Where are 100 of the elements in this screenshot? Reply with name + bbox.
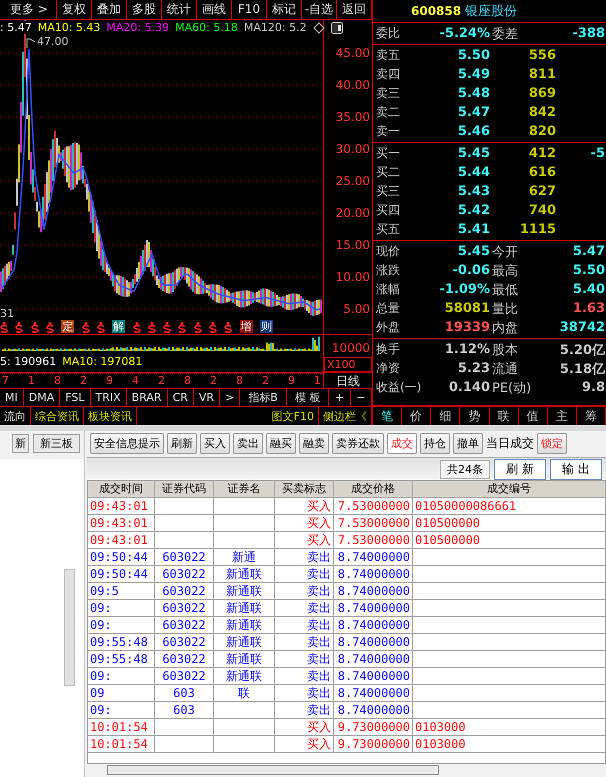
date-axis-label: 8 [54, 374, 61, 388]
quote-label: 收益(一) [375, 379, 422, 396]
dividend-icon[interactable] [209, 322, 218, 333]
dividend-icon[interactable] [132, 322, 140, 333]
dividend-icon[interactable] [30, 322, 39, 333]
dividend-icon[interactable] [0, 322, 8, 333]
market-tab[interactable]: 新 [12, 434, 29, 453]
table-cell: 卖出 [275, 566, 334, 582]
order-level-label: 买三 [375, 183, 401, 200]
ma-legend-label: MA120: 5.2 [244, 21, 307, 34]
quote-value: 5.50 [572, 263, 606, 278]
toolbar-button[interactable]: 融买 [266, 433, 296, 454]
dividend-icon[interactable] [82, 322, 90, 333]
table-cell: 09:50:44 [88, 566, 155, 582]
toolbar-button[interactable]: 安全信息提示 [90, 433, 164, 454]
quote-label: 流通 [491, 360, 519, 378]
quote-label: 最低 [491, 282, 519, 298]
date-axis-label: 1 [28, 374, 35, 388]
quote-value: 5.23 [456, 361, 490, 376]
table-cell: 09:55:48 [88, 634, 155, 650]
table-cell: 卖出 [275, 583, 334, 599]
dividend-icon[interactable] [163, 322, 172, 333]
dividend-icon[interactable] [46, 322, 54, 333]
quote-value: 58081 [444, 301, 490, 316]
panel-toggle-icon[interactable] [330, 22, 343, 34]
order-volume: 556 [528, 48, 556, 63]
order-level-label: 买一 [375, 145, 401, 162]
event-tag[interactable]: 增 [240, 320, 253, 333]
price-axis-label: 5.00 [343, 302, 370, 316]
order-level-label: 买五 [375, 221, 401, 238]
diamond-icon[interactable] [312, 22, 325, 34]
refresh-button[interactable]: 刷 新 [494, 458, 546, 480]
record-count: 共24条 [440, 460, 490, 478]
dividend-icon[interactable] [194, 322, 202, 333]
order-price: 5.41 [456, 222, 490, 237]
order-volume: 869 [528, 86, 556, 101]
quote-label: 委差 [491, 26, 519, 42]
quote-value: -0.06 [452, 263, 490, 278]
toolbar-button[interactable]: 买入 [200, 433, 230, 454]
table-cell: 603022 [155, 668, 214, 684]
date-axis-label: 8 [184, 374, 191, 388]
quote-value: 5.47 [572, 244, 606, 259]
toolbar-button[interactable]: 卖出 [233, 433, 263, 454]
dividend-icon[interactable] [224, 322, 232, 333]
view-title: 当日成交 [486, 435, 534, 452]
table-cell: 卖出 [275, 702, 334, 718]
volume-legend-label: 5: 190961 [0, 354, 56, 368]
table-cell: 8.74000000 [334, 549, 413, 565]
column-header[interactable]: 成交价格 [334, 481, 413, 497]
dividend-icon[interactable] [148, 322, 156, 333]
date-label: 31 [0, 308, 14, 320]
order-level-label: 卖二 [375, 104, 401, 121]
event-tag[interactable]: 解 [112, 320, 126, 333]
column-header[interactable]: 买卖标志 [275, 481, 334, 497]
order-price: 5.47 [456, 105, 490, 120]
quote-value: 5.45 [456, 244, 490, 259]
table-cell: 新通联 [214, 668, 275, 684]
column-header[interactable]: 成交时间 [88, 481, 155, 497]
scrollbar[interactable] [64, 569, 75, 686]
order-volume: 412 [528, 146, 556, 161]
table-cell: 7.53000000 [334, 498, 413, 514]
dividend-icon[interactable] [15, 322, 24, 333]
order-level-label: 卖三 [375, 85, 401, 102]
column-header[interactable]: 成交编号 [413, 481, 605, 497]
toolbar-button[interactable]: -自选 [302, 0, 337, 19]
column-header[interactable]: 证券代码 [155, 481, 214, 497]
table-cell: 卖出 [275, 549, 334, 565]
price-axis-label: 35.00 [336, 110, 370, 124]
table-cell: 新通联 [214, 566, 275, 582]
toolbar-button[interactable]: 持仓 [420, 433, 450, 454]
event-tag[interactable]: 定 [61, 320, 74, 333]
quote-label: 最高 [491, 262, 519, 280]
date-axis-label: 2 [158, 374, 165, 388]
toolbar-button[interactable]: 成交 [387, 433, 417, 454]
quote-label: 股本 [491, 342, 519, 358]
table-cell: 买入 [275, 719, 334, 735]
market-tab[interactable]: 新三板 [33, 434, 80, 453]
table-cell: 10:01:54 [88, 736, 155, 752]
table-cell: 8.74000000 [334, 685, 413, 701]
dividend-icon[interactable] [178, 322, 186, 333]
quote-label: 内盘 [491, 320, 519, 336]
table-cell: 09: [88, 668, 155, 684]
table-cell: 603022 [155, 600, 214, 616]
price-axis-label: 20.00 [336, 206, 370, 220]
column-header[interactable]: 证券名 [214, 481, 275, 497]
table-cell: 09:50:44 [88, 549, 155, 565]
export-button[interactable]: 输 出 [550, 458, 602, 480]
quote-value: -5.24% [438, 26, 490, 41]
scrollbar[interactable] [107, 765, 439, 775]
table-cell-text: 010500000 [414, 532, 482, 548]
order-volume: 820 [528, 124, 556, 139]
dividend-icon[interactable] [96, 322, 105, 333]
table-cell: 09:5 [88, 583, 155, 599]
toolbar-button[interactable]: 撤单 [453, 433, 483, 454]
table-cell: 联 [214, 685, 275, 701]
toolbar-button[interactable]: 融卖 [299, 433, 329, 454]
toolbar-button[interactable]: 卖券还款 [332, 433, 384, 454]
toolbar-button[interactable]: 刷新 [167, 433, 197, 454]
date-axis-label: 9 [288, 374, 295, 388]
event-tag[interactable]: 则 [260, 320, 273, 333]
